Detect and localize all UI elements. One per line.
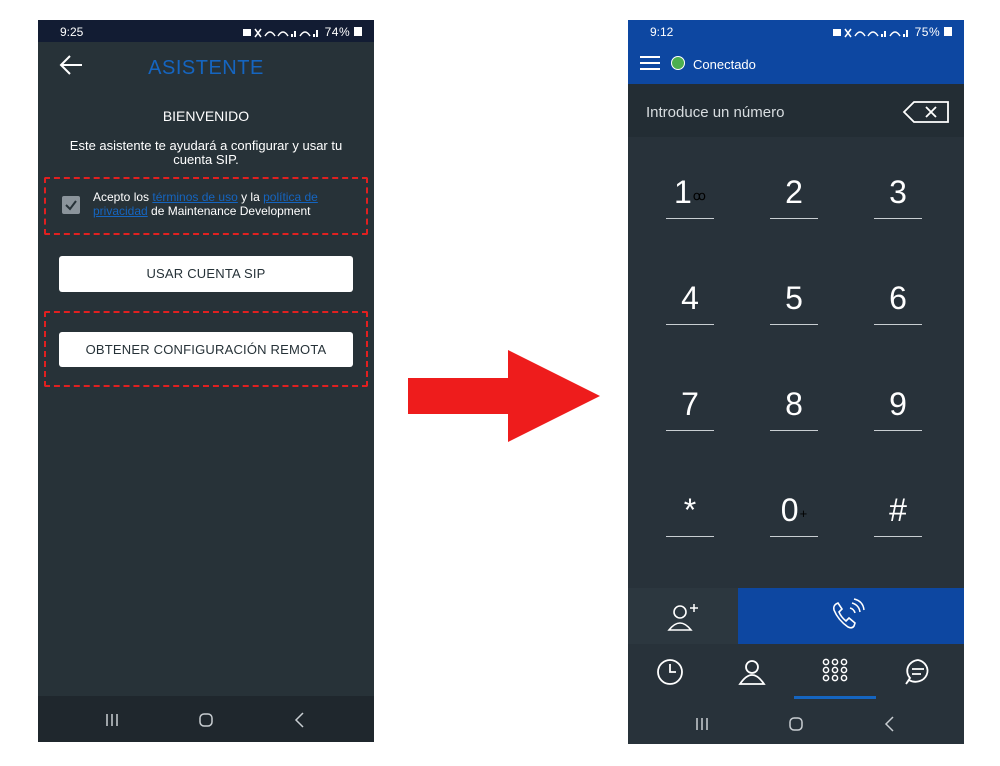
backspace-icon[interactable] [902,100,950,124]
dial-key-label: 9 [889,386,907,422]
welcome-heading: BIENVENIDO [162,108,250,124]
status-bar: 9:12 75% [628,20,964,42]
add-contact-icon [667,604,698,631]
system-nav-bar [38,696,374,742]
home-icon[interactable] [784,712,808,736]
terms-prefix: Acepto los [93,190,153,204]
chat-icon[interactable] [902,656,934,688]
bottom-tab-bar [628,644,964,700]
add-contact-button[interactable] [628,588,738,644]
dial-key-label: 2 [785,174,803,210]
dial-key-label: 5 [785,280,803,316]
dial-key-underline [666,430,714,431]
dial-key-label: * [683,492,697,528]
dial-key-underline [874,218,922,219]
status-icons: 75% [832,25,952,39]
terms-middle: y la [237,190,264,204]
dial-key[interactable]: * [660,490,720,560]
active-tab-indicator [794,696,876,699]
dialpad-icon[interactable] [819,656,851,688]
signal-icons [832,28,908,38]
status-time: 9:25 [60,25,84,39]
dial-key[interactable]: # [868,490,928,560]
dial-key-underline [666,536,714,537]
battery-level: 75% [914,25,941,39]
history-clock-icon[interactable] [654,656,686,688]
terms-suffix: de Maintenance Development [147,204,311,218]
status-icons: 74% [242,25,362,39]
battery-icon [944,27,952,36]
dial-key[interactable]: 2 [764,172,824,242]
number-input-placeholder: Introduce un número [646,104,785,121]
connection-status-text: Conectado [693,57,756,72]
dial-key-label: # [889,492,907,528]
home-icon[interactable] [194,708,218,732]
dial-key-sublabel: + [799,506,808,521]
connection-status-dot [671,56,685,70]
dial-key-underline [666,324,714,325]
remote-config-button[interactable]: OBTENER CONFIGURACIÓN REMOTA [59,332,353,367]
dial-key-underline [666,218,714,219]
right-phone-screen: 9:12 75% Conectado Introduce un número 1… [628,20,964,744]
dial-key-label: 1 [673,174,692,210]
hamburger-menu-icon[interactable] [640,55,660,71]
dial-key-label: 4 [681,280,699,316]
dial-key[interactable]: 3 [868,172,928,242]
dial-key[interactable]: 1ꝏ [660,172,720,242]
battery-level: 74% [324,25,351,39]
dial-key-label: 8 [785,386,803,422]
dial-key-underline [770,536,818,537]
check-icon [65,200,77,211]
status-time: 9:12 [650,25,674,39]
dial-key-label: 0 [780,492,799,528]
dial-key[interactable]: 5 [764,278,824,348]
dial-key[interactable]: 0+ [764,490,824,560]
system-nav-bar [628,700,964,744]
phone-call-icon [832,598,865,629]
wizard-description: Este asistente te ayudará a configurar y… [69,138,343,167]
dial-key[interactable]: 8 [764,384,824,454]
dial-key-label: 3 [889,174,907,210]
dial-key-underline [874,536,922,537]
app-header: ASISTENTE [38,42,374,90]
recent-apps-icon[interactable] [690,712,714,736]
left-phone-screen: 9:25 74% ASISTENTE BIENVENIDO Este asist… [38,20,374,742]
dial-key-underline [770,218,818,219]
dialer-actions [628,588,964,644]
dial-key-underline [770,430,818,431]
app-toolbar: Conectado [628,42,964,84]
status-bar: 9:25 74% [38,20,374,42]
use-sip-account-button[interactable]: USAR CUENTA SIP [59,256,353,292]
dial-key-underline [874,324,922,325]
signal-icons [242,28,318,38]
recent-apps-icon[interactable] [100,708,124,732]
terms-text: Acepto los términos de uso y la política… [93,190,353,218]
dial-key-underline [770,324,818,325]
dial-key[interactable]: 9 [868,384,928,454]
dial-key-label: 7 [681,386,699,422]
terms-checkbox[interactable] [62,196,80,214]
dial-key-sublabel: ꝏ [692,188,707,203]
back-nav-icon[interactable] [288,708,312,732]
dial-key-underline [874,430,922,431]
back-nav-icon[interactable] [878,712,902,736]
transition-arrow-icon [408,350,600,442]
number-input-bar[interactable]: Introduce un número [628,84,964,137]
call-button[interactable] [738,588,964,644]
page-title: ASISTENTE [148,57,264,79]
dial-key[interactable]: 6 [868,278,928,348]
terms-of-use-link[interactable]: términos de uso [152,190,237,204]
battery-icon [354,27,362,36]
dial-key[interactable]: 4 [660,278,720,348]
dial-key-label: 6 [889,280,907,316]
contacts-icon[interactable] [736,656,768,688]
dial-key[interactable]: 7 [660,384,720,454]
